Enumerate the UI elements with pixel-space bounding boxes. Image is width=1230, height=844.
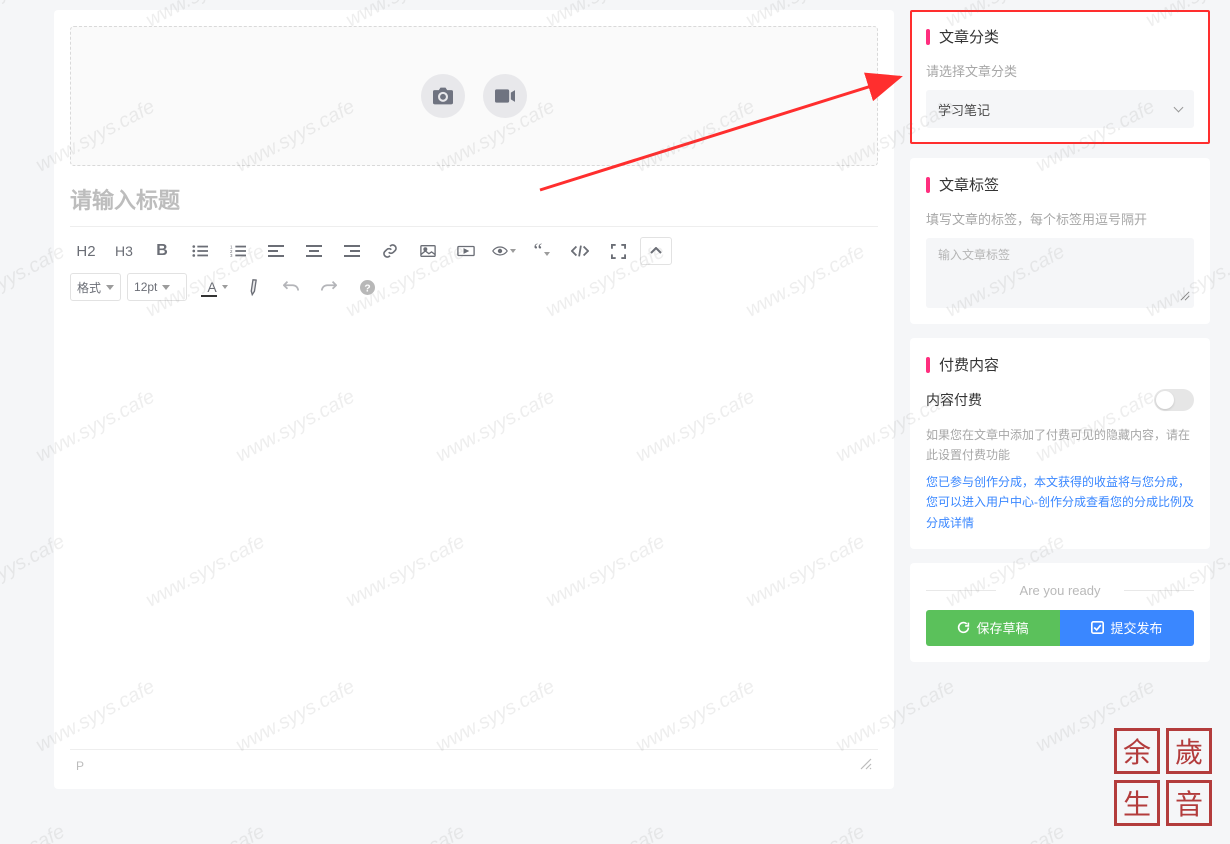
upload-photo-button[interactable] <box>421 74 465 118</box>
text-color-button[interactable]: A <box>193 273 231 301</box>
heading2-button[interactable]: H2 <box>70 237 102 265</box>
element-path: P <box>76 759 84 773</box>
category-title: 文章分类 <box>939 26 999 47</box>
redo-button[interactable] <box>313 273 345 301</box>
ordered-list-button[interactable]: 123 <box>222 237 254 265</box>
save-draft-button[interactable]: 保存草稿 <box>926 610 1060 646</box>
sidebar: 文章分类 请选择文章分类 学习笔记 文章标签 填写文章的标签，每个标签用逗号隔开… <box>910 10 1210 676</box>
accent-bar <box>926 177 930 193</box>
tags-panel: 文章标签 填写文章的标签，每个标签用逗号隔开 <box>910 158 1210 324</box>
chevron-down-icon <box>162 285 170 290</box>
chevron-down-icon <box>106 285 114 290</box>
preview-button[interactable] <box>488 237 520 265</box>
redo-icon <box>321 280 337 294</box>
seal-stamp: 余 歲 生 音 <box>1114 728 1212 826</box>
camera-icon <box>433 87 453 105</box>
check-square-icon <box>1091 621 1104 634</box>
chevron-down-icon <box>222 285 228 289</box>
align-left-icon <box>268 245 284 257</box>
link-button[interactable] <box>374 237 406 265</box>
tags-input[interactable] <box>938 248 1182 262</box>
chevron-down-icon <box>1174 103 1184 113</box>
category-hint: 请选择文章分类 <box>926 61 1194 80</box>
resize-icon <box>860 758 872 770</box>
align-right-button[interactable] <box>336 237 368 265</box>
chevron-up-icon <box>650 247 662 255</box>
svg-text:?: ? <box>364 283 370 294</box>
resize-icon <box>1180 291 1190 301</box>
upload-video-button[interactable] <box>483 74 527 118</box>
resize-handle[interactable] <box>860 758 872 773</box>
tags-input-wrap <box>926 238 1194 308</box>
svg-text:3: 3 <box>230 253 233 258</box>
list-ul-icon <box>192 244 208 258</box>
undo-button[interactable] <box>275 273 307 301</box>
post-title-input[interactable] <box>70 188 878 214</box>
accent-bar <box>926 29 930 45</box>
actions-panel: Are you ready 保存草稿 提交发布 <box>910 563 1210 662</box>
highlight-button[interactable] <box>237 273 269 301</box>
paid-hint: 如果您在文章中添加了付费可见的隐藏内容，请在此设置付费功能 <box>926 425 1194 466</box>
format-select[interactable]: 格式 <box>70 273 121 301</box>
marker-icon <box>243 277 263 298</box>
editor-statusbar: P <box>70 750 878 773</box>
format-select-label: 格式 <box>77 279 101 296</box>
media-icon <box>457 245 475 257</box>
fontsize-select[interactable]: 12pt <box>127 273 187 301</box>
ready-divider: Are you ready <box>926 583 1194 598</box>
fullscreen-button[interactable] <box>602 237 634 265</box>
resize-handle[interactable] <box>1180 290 1190 304</box>
list-ol-icon: 123 <box>230 244 246 258</box>
image-icon <box>420 244 436 258</box>
category-selected: 学习笔记 <box>938 100 990 119</box>
editor-content-area[interactable] <box>70 305 878 750</box>
paid-toggle-label: 内容付费 <box>926 390 982 410</box>
editor-toolbar: H2 H3 B 123 <box>70 226 878 305</box>
media-button[interactable] <box>450 237 482 265</box>
category-select[interactable]: 学习笔记 <box>926 90 1194 128</box>
paid-toggle[interactable] <box>1154 389 1194 411</box>
paid-panel: 付费内容 内容付费 如果您在文章中添加了付费可见的隐藏内容，请在此设置付费功能 … <box>910 338 1210 549</box>
paid-title: 付费内容 <box>939 354 999 375</box>
help-icon: ? <box>360 280 375 295</box>
submit-button[interactable]: 提交发布 <box>1060 610 1194 646</box>
align-center-icon <box>306 245 322 257</box>
media-dropzone[interactable] <box>70 26 878 166</box>
bold-button[interactable]: B <box>146 237 178 265</box>
align-right-icon <box>344 245 360 257</box>
undo-icon <box>283 280 299 294</box>
code-icon <box>571 244 589 258</box>
video-icon <box>495 89 515 103</box>
help-button[interactable]: ? <box>351 273 383 301</box>
align-left-button[interactable] <box>260 237 292 265</box>
category-panel: 文章分类 请选择文章分类 学习笔记 <box>912 12 1208 142</box>
heading3-button[interactable]: H3 <box>108 237 140 265</box>
quote-button[interactable]: “ <box>526 237 558 265</box>
tags-hint: 填写文章的标签，每个标签用逗号隔开 <box>926 209 1194 228</box>
unordered-list-button[interactable] <box>184 237 216 265</box>
code-button[interactable] <box>564 237 596 265</box>
tags-title: 文章标签 <box>939 174 999 195</box>
fullscreen-icon <box>611 244 626 259</box>
link-icon <box>382 243 398 259</box>
refresh-icon <box>957 621 970 634</box>
category-highlight: 文章分类 请选择文章分类 学习笔记 <box>910 10 1210 144</box>
accent-bar <box>926 357 930 373</box>
align-center-button[interactable] <box>298 237 330 265</box>
editor-panel: H2 H3 B 123 <box>54 10 894 789</box>
collapse-button[interactable] <box>640 237 672 265</box>
paid-link[interactable]: 您已参与创作分成，本文获得的收益将与您分成，您可以进入用户中心-创作分成查看您的… <box>926 472 1194 533</box>
fontsize-select-label: 12pt <box>134 280 157 294</box>
eye-icon <box>492 245 508 257</box>
image-button[interactable] <box>412 237 444 265</box>
